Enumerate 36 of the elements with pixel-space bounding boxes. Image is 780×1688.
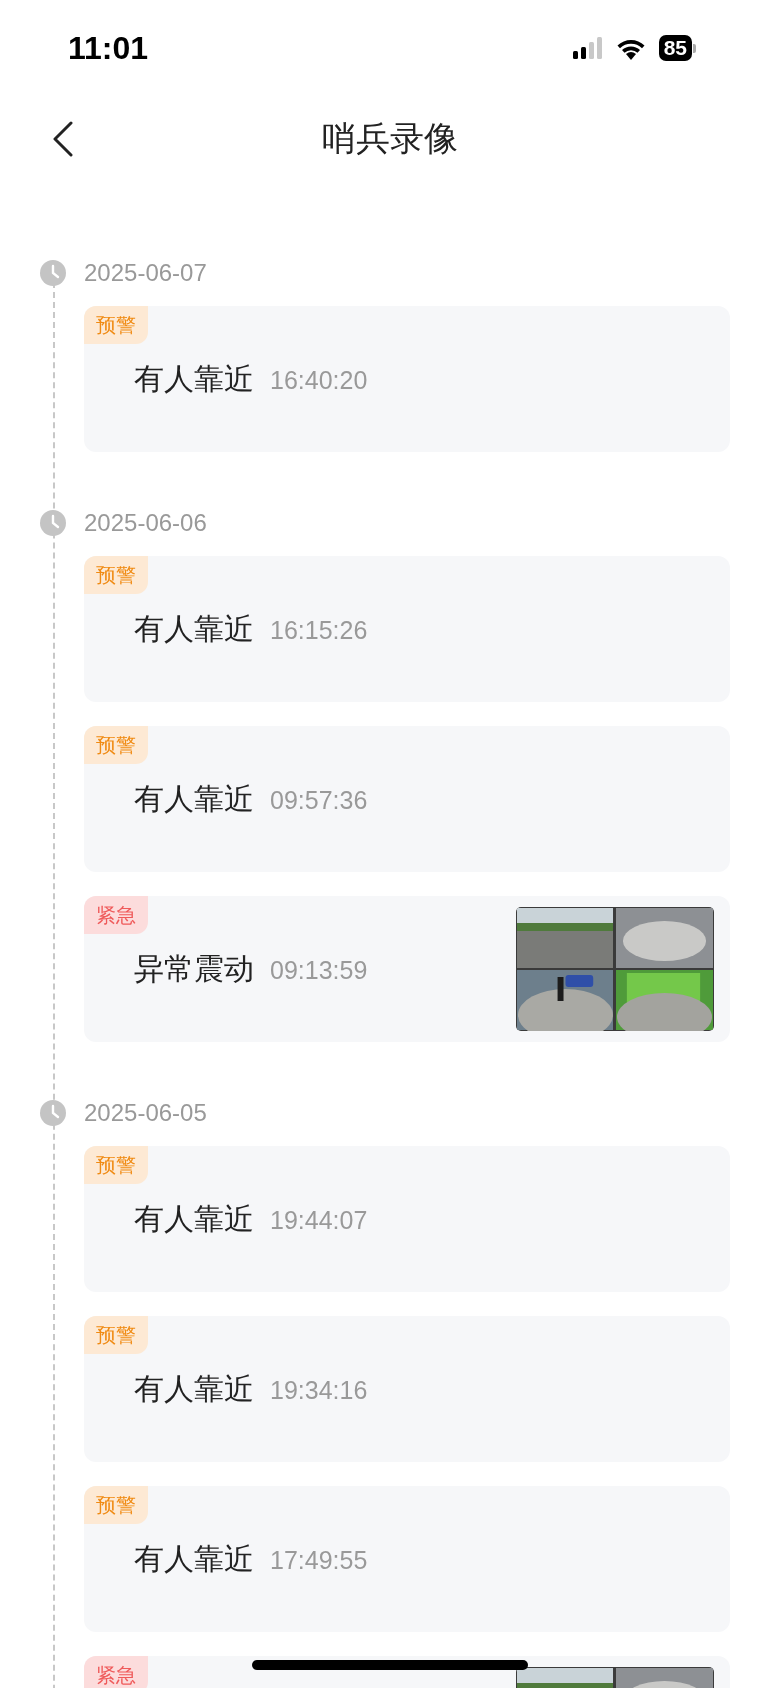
alert-tag: 预警 — [84, 726, 148, 764]
event-card[interactable]: 预警 有人靠近 19:44:07 — [84, 1146, 730, 1292]
event-card[interactable]: 紧急 异常震动 09:13:59 — [84, 896, 730, 1042]
event-card[interactable]: 预警 有人靠近 19:34:16 — [84, 1316, 730, 1462]
alert-tag: 预警 — [84, 1486, 148, 1524]
event-title: 异常震动 — [134, 950, 254, 987]
event-title: 有人靠近 — [134, 780, 254, 817]
event-time: 19:44:07 — [270, 1205, 368, 1235]
date-label: 2025-06-05 — [84, 1099, 207, 1127]
event-title: 有人靠近 — [134, 1540, 254, 1577]
alert-tag: 紧急 — [84, 896, 148, 934]
back-icon[interactable] — [52, 121, 74, 157]
event-time: 17:49:55 — [270, 1545, 368, 1575]
event-card[interactable]: 预警 有人靠近 09:57:36 — [84, 726, 730, 872]
alert-tag: 紧急 — [84, 1656, 148, 1688]
signal-icon — [572, 37, 603, 59]
event-title: 有人靠近 — [134, 1370, 254, 1407]
event-time: 09:13:59 — [270, 955, 368, 985]
event-time: 09:57:36 — [270, 785, 368, 815]
event-title: 有人靠近 — [134, 610, 254, 647]
event-card[interactable]: 预警 有人靠近 16:40:20 — [84, 306, 730, 452]
alert-tag: 预警 — [84, 1316, 148, 1354]
event-title: 有人靠近 — [134, 360, 254, 397]
event-card[interactable]: 预警 有人靠近 16:15:26 — [84, 556, 730, 702]
event-title: 有人靠近 — [134, 1200, 254, 1237]
alert-tag: 预警 — [84, 306, 148, 344]
status-time: 11:01 — [68, 29, 149, 67]
alert-tag: 预警 — [84, 556, 148, 594]
date-label: 2025-06-06 — [84, 509, 207, 537]
event-time: 19:34:16 — [270, 1375, 368, 1405]
date-label: 2025-06-07 — [84, 259, 207, 287]
event-time: 16:40:20 — [270, 365, 368, 395]
event-card[interactable]: 预警 有人靠近 17:49:55 — [84, 1486, 730, 1632]
event-time: 16:15:26 — [270, 615, 368, 645]
page-title: 哨兵录像 — [322, 118, 458, 159]
alert-tag: 预警 — [84, 1146, 148, 1184]
